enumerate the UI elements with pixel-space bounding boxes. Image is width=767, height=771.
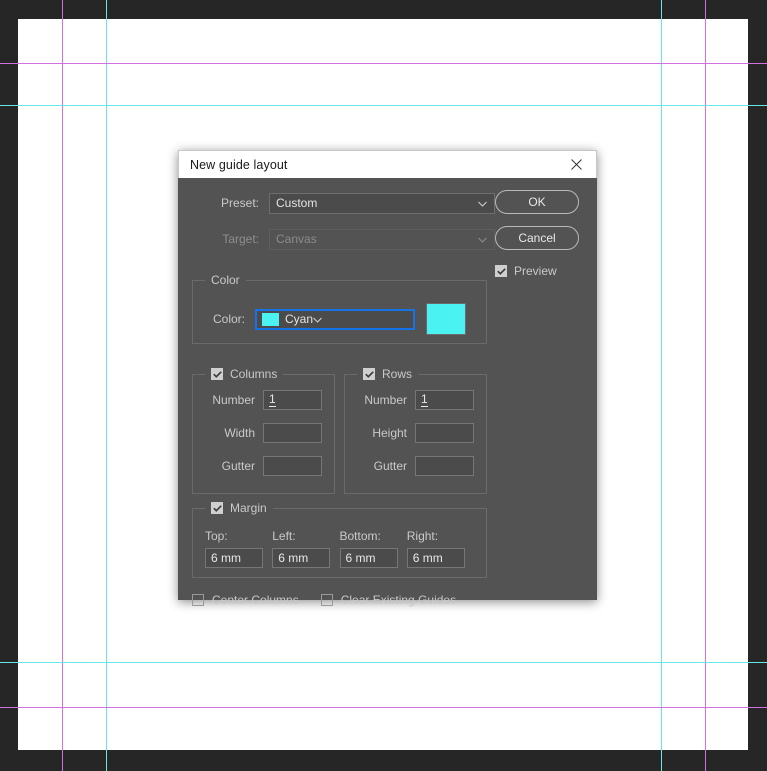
center-columns-option[interactable]: Center Columns [192, 593, 299, 607]
margin-checkbox[interactable] [211, 502, 223, 514]
close-icon[interactable] [556, 151, 596, 178]
center-columns-checkbox[interactable] [192, 594, 204, 606]
columns-width-input[interactable] [263, 423, 322, 443]
preview-checkbox[interactable] [495, 265, 507, 277]
margin-bottom-input[interactable]: 6 mm [339, 548, 398, 568]
ok-button[interactable]: OK [495, 190, 579, 214]
dialog-title: New guide layout [190, 157, 288, 172]
dialog-options: Center Columns Clear Existing Guides [192, 593, 478, 607]
rows-number-label: Number [364, 393, 407, 407]
preset-value: Custom [276, 196, 318, 210]
preset-label: Preset: [220, 196, 259, 210]
color-group: Color Color: Cyan [192, 273, 487, 344]
preset-select[interactable]: Custom [269, 192, 495, 214]
dialog-actions: OK Cancel Preview [495, 190, 583, 278]
target-label: Target: [222, 232, 259, 246]
columns-checkbox[interactable] [211, 368, 223, 380]
dialog-body: Preset: Custom Target: Canvas OK Cancel … [178, 178, 597, 607]
columns-gutter-input[interactable] [263, 456, 322, 476]
columns-group-label: Columns [230, 367, 278, 381]
margin-group-title[interactable]: Margin [205, 501, 273, 515]
margin-bottom-label: Bottom: [339, 529, 381, 543]
rows-height-input[interactable] [415, 423, 474, 443]
margin-bottom-value: 6 mm [345, 551, 376, 565]
rows-group: Rows Number 1 Height Gutter [344, 367, 487, 494]
columns-number-row: Number 1 [205, 389, 322, 411]
columns-gutter-row: Gutter [205, 455, 322, 477]
rows-group-title[interactable]: Rows [357, 367, 419, 381]
margin-fields: Top: 6 mm Left: 6 mm Bottom: 6 mm Right:… [205, 529, 474, 568]
margin-top-label: Top: [205, 529, 228, 543]
margin-top-input[interactable]: 6 mm [205, 548, 263, 568]
columns-group-title[interactable]: Columns [205, 367, 284, 381]
preview-label: Preview [514, 264, 557, 278]
new-guide-layout-dialog: New guide layout Preset: Custom Target: … [178, 150, 597, 607]
columns-number-input[interactable]: 1 [263, 390, 322, 410]
margin-left-label: Left: [272, 529, 296, 543]
rows-group-label: Rows [382, 367, 413, 381]
columns-width-label: Width [224, 426, 255, 440]
margin-top-col: Top: 6 mm [205, 529, 272, 568]
margin-top-value: 6 mm [211, 551, 241, 565]
margin-right-input[interactable]: 6 mm [406, 548, 465, 568]
columns-number-value: 1 [269, 392, 276, 407]
color-mini-swatch [262, 312, 279, 326]
rows-height-row: Height [357, 422, 474, 444]
color-select[interactable]: Cyan [255, 308, 415, 330]
margin-right-value: 6 mm [412, 551, 443, 565]
margin-bottom-col: Bottom: 6 mm [339, 529, 407, 568]
target-value: Canvas [276, 232, 317, 246]
color-swatch-button[interactable] [426, 303, 466, 335]
color-field-row: Color: Cyan [205, 303, 474, 335]
columns-width-row: Width [205, 422, 322, 444]
clear-existing-guides-label: Clear Existing Guides [340, 593, 457, 607]
margin-left-col: Left: 6 mm [272, 529, 339, 568]
columns-group: Columns Number 1 Width Gutter [192, 367, 335, 494]
columns-gutter-label: Gutter [221, 459, 255, 473]
color-group-label: Color [211, 273, 240, 287]
color-group-title: Color [205, 273, 246, 287]
center-columns-label: Center Columns [212, 593, 299, 607]
dialog-title-bar: New guide layout [178, 150, 597, 178]
target-select: Canvas [269, 228, 495, 250]
cancel-button[interactable]: Cancel [495, 226, 579, 250]
rows-number-value: 1 [421, 392, 428, 407]
color-field-label: Color: [212, 312, 245, 326]
rows-number-input[interactable]: 1 [415, 390, 474, 410]
clear-existing-guides-checkbox[interactable] [320, 594, 333, 606]
chevron-down-icon [478, 196, 487, 210]
rows-number-row: Number 1 [357, 389, 474, 411]
rows-gutter-label: Gutter [373, 459, 407, 473]
margin-left-input[interactable]: 6 mm [272, 548, 331, 568]
photoshop-workspace: New guide layout Preset: Custom Target: … [0, 0, 767, 771]
color-value: Cyan [285, 312, 314, 326]
chevron-down-icon [478, 232, 487, 246]
margin-right-label: Right: [406, 529, 439, 543]
margin-left-value: 6 mm [278, 551, 309, 565]
margin-group: Margin Top: 6 mm Left: 6 mm Bottom: 6 mm… [192, 501, 487, 578]
chevron-down-icon [313, 312, 322, 326]
rows-checkbox[interactable] [363, 368, 375, 380]
clear-existing-guides-option[interactable]: Clear Existing Guides [320, 593, 457, 607]
columns-number-label: Number [212, 393, 255, 407]
rows-gutter-input[interactable] [415, 456, 474, 476]
rows-gutter-row: Gutter [357, 455, 474, 477]
preview-checkbox-row[interactable]: Preview [495, 264, 583, 278]
margin-right-col: Right: 6 mm [406, 529, 474, 568]
rows-height-label: Height [372, 426, 407, 440]
margin-group-label: Margin [230, 501, 267, 515]
